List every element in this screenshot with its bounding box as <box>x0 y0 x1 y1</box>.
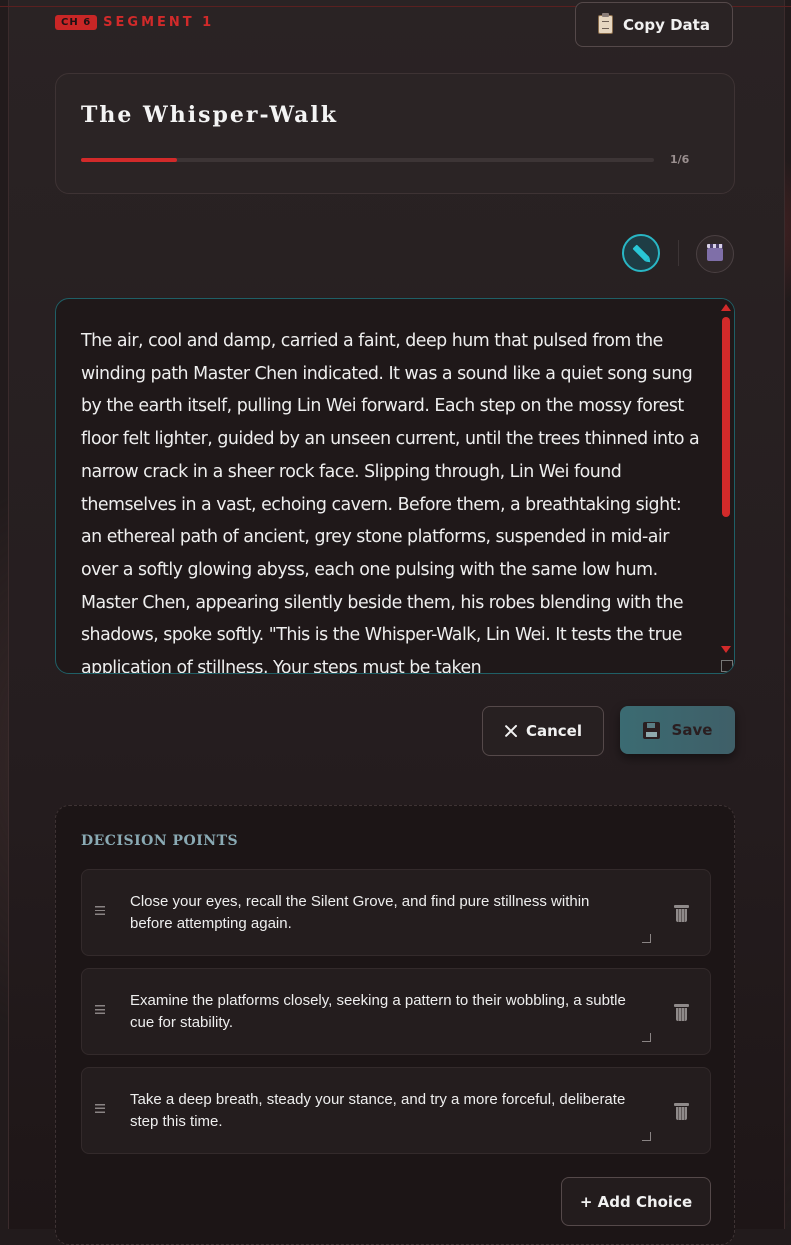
add-choice-label: + Add Choice <box>579 1192 693 1211</box>
choice-item: Take a deep breath, steady your stance, … <box>81 1067 711 1154</box>
copy-data-button[interactable]: Copy Data <box>575 2 733 47</box>
trash-icon[interactable] <box>674 1004 689 1021</box>
trash-icon[interactable] <box>674 905 689 922</box>
segment-header: CH 6 SEGMENT 1 <box>55 15 214 30</box>
choice-item: Examine the platforms closely, seeking a… <box>81 968 711 1055</box>
cancel-button[interactable]: Cancel <box>482 706 604 756</box>
editor-scrollbar[interactable] <box>718 299 734 673</box>
clipboard-icon <box>598 13 614 34</box>
segment-text-editor[interactable]: The air, cool and damp, carried a faint,… <box>55 298 735 674</box>
page-title: The Whisper-Walk <box>81 102 339 128</box>
floppy-disk-icon <box>642 721 660 739</box>
segment-progress-label: 1/6 <box>670 153 690 166</box>
decision-points-panel: DECISION POINTS Close your eyes, recall … <box>55 805 735 1245</box>
segment-text-content[interactable]: The air, cool and damp, carried a faint,… <box>81 325 701 673</box>
textarea-resize-icon[interactable] <box>642 1033 651 1042</box>
close-icon <box>504 724 518 738</box>
textarea-resize-icon[interactable] <box>642 934 651 943</box>
choice-textarea[interactable]: Close your eyes, recall the Silent Grove… <box>130 891 630 935</box>
choice-textarea[interactable]: Examine the platforms closely, seeking a… <box>130 990 630 1034</box>
save-label: Save <box>671 721 713 739</box>
cancel-label: Cancel <box>525 722 582 740</box>
textarea-resize-icon[interactable] <box>642 1132 651 1141</box>
story-title-card: The Whisper-Walk 1/6 <box>55 73 735 194</box>
choice-textarea[interactable]: Take a deep breath, steady your stance, … <box>130 1089 630 1133</box>
clapperboard-icon <box>707 243 723 261</box>
drag-handle-icon[interactable] <box>95 906 105 915</box>
segment-label: SEGMENT 1 <box>103 15 215 30</box>
segment-progress-bar <box>81 158 654 162</box>
scroll-down-arrow-icon[interactable] <box>721 646 731 653</box>
pencil-icon <box>632 244 650 262</box>
decision-points-title: DECISION POINTS <box>81 833 239 849</box>
add-choice-button[interactable]: + Add Choice <box>561 1177 711 1226</box>
resize-handle-icon[interactable] <box>721 660 733 672</box>
segment-progress-fill <box>81 158 177 162</box>
drag-handle-icon[interactable] <box>95 1005 105 1014</box>
chapter-badge: CH 6 <box>55 15 98 30</box>
trash-icon[interactable] <box>674 1103 689 1120</box>
drag-handle-icon[interactable] <box>95 1104 105 1113</box>
edit-mode-button[interactable] <box>622 234 660 272</box>
copy-data-label: Copy Data <box>623 15 710 34</box>
preview-mode-button[interactable] <box>696 235 734 273</box>
choice-item: Close your eyes, recall the Silent Grove… <box>81 869 711 956</box>
mode-divider <box>678 240 679 266</box>
scroll-up-arrow-icon[interactable] <box>721 304 731 311</box>
save-button[interactable]: Save <box>620 706 735 754</box>
scrollbar-thumb[interactable] <box>722 317 730 517</box>
